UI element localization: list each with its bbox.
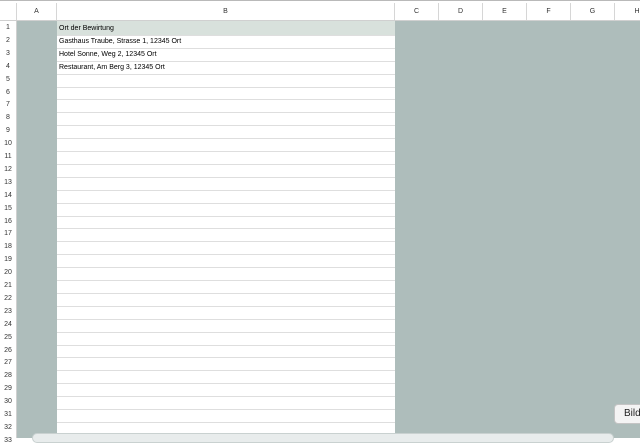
row-gridline [57, 396, 395, 398]
row-header-6[interactable]: 6 [0, 89, 16, 96]
row-header-21[interactable]: 21 [0, 282, 16, 289]
column-header-b[interactable]: B [57, 3, 395, 20]
row-gridline [57, 176, 395, 178]
row-header-11[interactable]: 11 [0, 153, 16, 160]
row-gridline [57, 305, 395, 307]
row-gridline [57, 47, 395, 49]
row-gridline [57, 163, 395, 165]
row-header-20[interactable]: 20 [0, 269, 16, 276]
column-a-cells[interactable] [17, 21, 57, 438]
row-header-17[interactable]: 17 [0, 230, 16, 237]
row-gridline [57, 357, 395, 359]
row-header-25[interactable]: 25 [0, 334, 16, 341]
column-header-c[interactable]: C [395, 3, 439, 20]
row-header-29[interactable]: 29 [0, 385, 16, 392]
row-header-2[interactable]: 2 [0, 37, 16, 44]
row-gridline [57, 215, 395, 217]
column-header-row: A B C D E F G H [0, 3, 640, 21]
row-gridline [57, 241, 395, 243]
column-b-cells[interactable]: Ort der Bewirtung Gasthaus Traube, Stras… [57, 21, 395, 438]
column-header-f[interactable]: F [527, 3, 571, 20]
row-gridline [57, 344, 395, 346]
select-all-corner[interactable] [0, 3, 17, 20]
cell-b3[interactable]: Hotel Sonne, Weg 2, 12345 Ort [59, 49, 157, 61]
row-gridline [57, 112, 395, 114]
horizontal-scrollbar[interactable] [32, 433, 614, 443]
row-header-23[interactable]: 23 [0, 308, 16, 315]
cell-b1[interactable]: Ort der Bewirtung [59, 23, 114, 35]
cell-b4[interactable]: Restaurant, Am Berg 3, 12345 Ort [59, 62, 165, 74]
row-header-15[interactable]: 15 [0, 205, 16, 212]
row-gridline [57, 202, 395, 204]
row-gridline [57, 267, 395, 269]
cell-b2[interactable]: Gasthaus Traube, Strasse 1, 12345 Ort [59, 36, 181, 48]
row-header-14[interactable]: 14 [0, 192, 16, 199]
row-gridline [57, 138, 395, 140]
row-header-9[interactable]: 9 [0, 127, 16, 134]
window-top-border [0, 0, 640, 1]
row-gridline [57, 189, 395, 191]
columns-c-to-h-cells[interactable] [395, 21, 640, 438]
row-gridline [57, 292, 395, 294]
column-header-h[interactable]: H [615, 3, 640, 20]
row-header-1[interactable]: 1 [0, 24, 16, 31]
row-gridline [57, 383, 395, 385]
row-gridline [57, 86, 395, 88]
row-header-column: 1 2 3 4 5 6 7 8 9 10 11 12 13 14 15 16 17 18 19 20 21 22 23 24 2… [0, 21, 17, 444]
bild-button[interactable]: Bild [614, 404, 640, 424]
row-header-31[interactable]: 31 [0, 411, 16, 418]
row-header-19[interactable]: 19 [0, 256, 16, 263]
row-header-7[interactable]: 7 [0, 101, 16, 108]
row-header-4[interactable]: 4 [0, 63, 16, 70]
column-header-a[interactable]: A [17, 3, 57, 20]
row-gridline [57, 125, 395, 127]
row-header-13[interactable]: 13 [0, 179, 16, 186]
row-header-22[interactable]: 22 [0, 295, 16, 302]
row-header-26[interactable]: 26 [0, 347, 16, 354]
row-header-18[interactable]: 18 [0, 243, 16, 250]
row-gridline [57, 421, 395, 423]
column-header-d[interactable]: D [439, 3, 483, 20]
row-header-12[interactable]: 12 [0, 166, 16, 173]
column-header-e[interactable]: E [483, 3, 527, 20]
row-gridline [57, 60, 395, 62]
row-gridline [57, 34, 395, 36]
row-gridline [57, 228, 395, 230]
row-gridline [57, 73, 395, 75]
row-header-8[interactable]: 8 [0, 114, 16, 121]
row-gridline [57, 370, 395, 372]
row-header-24[interactable]: 24 [0, 321, 16, 328]
row-header-32[interactable]: 32 [0, 424, 16, 431]
row-header-16[interactable]: 16 [0, 218, 16, 225]
row-gridline [57, 254, 395, 256]
row-header-3[interactable]: 3 [0, 50, 16, 57]
row-gridline [57, 99, 395, 101]
row-gridline [57, 331, 395, 333]
row-gridline [57, 318, 395, 320]
row-header-30[interactable]: 30 [0, 398, 16, 405]
row-gridline [57, 280, 395, 281]
row-header-10[interactable]: 10 [0, 140, 16, 147]
row-gridline [57, 409, 395, 410]
row-gridline [57, 151, 395, 152]
row-header-27[interactable]: 27 [0, 359, 16, 366]
row-header-28[interactable]: 28 [0, 372, 16, 379]
row-header-5[interactable]: 5 [0, 76, 16, 83]
column-header-g[interactable]: G [571, 3, 615, 20]
